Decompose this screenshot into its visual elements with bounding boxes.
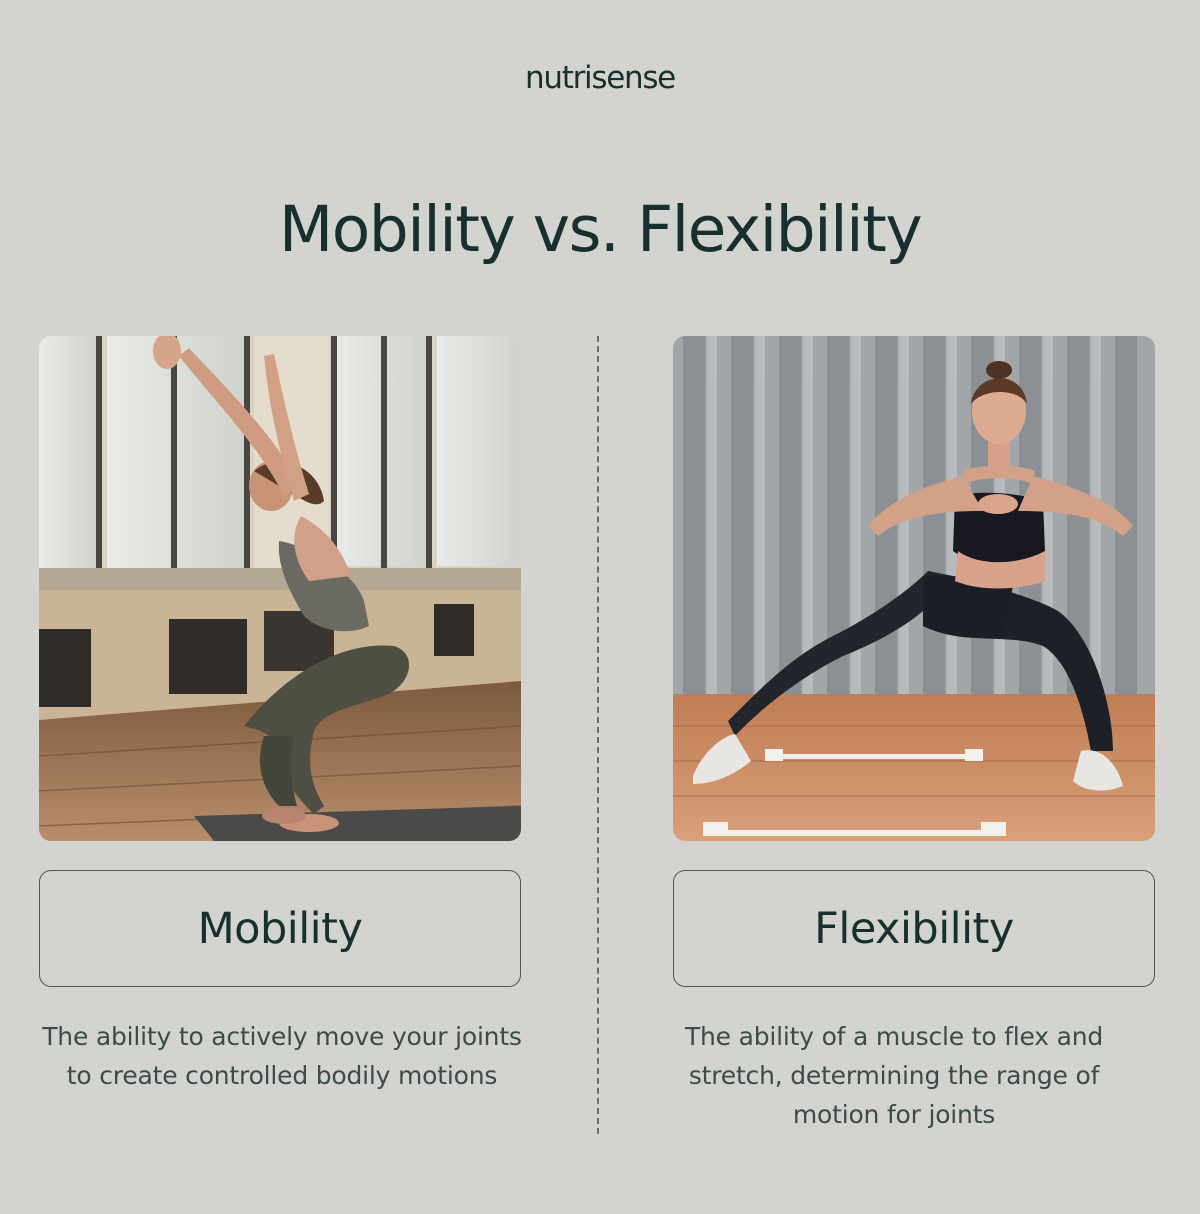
- flexibility-description: The ability of a muscle to flex and stre…: [684, 1022, 1104, 1129]
- mobility-description: The ability to actively move your joints…: [42, 1022, 522, 1090]
- mobility-label: Mobility: [197, 903, 363, 954]
- flexibility-photo: [673, 336, 1155, 841]
- mobility-photo: [39, 336, 521, 841]
- dashed-divider: [597, 336, 599, 1134]
- page-title: Mobility vs. Flexibility: [278, 193, 923, 266]
- brand-logo: nutrisense: [525, 60, 676, 96]
- mobility-label-box: Mobility: [39, 870, 521, 987]
- flexibility-label-box: Flexibility: [673, 870, 1155, 987]
- flexibility-label: Flexibility: [814, 903, 1014, 954]
